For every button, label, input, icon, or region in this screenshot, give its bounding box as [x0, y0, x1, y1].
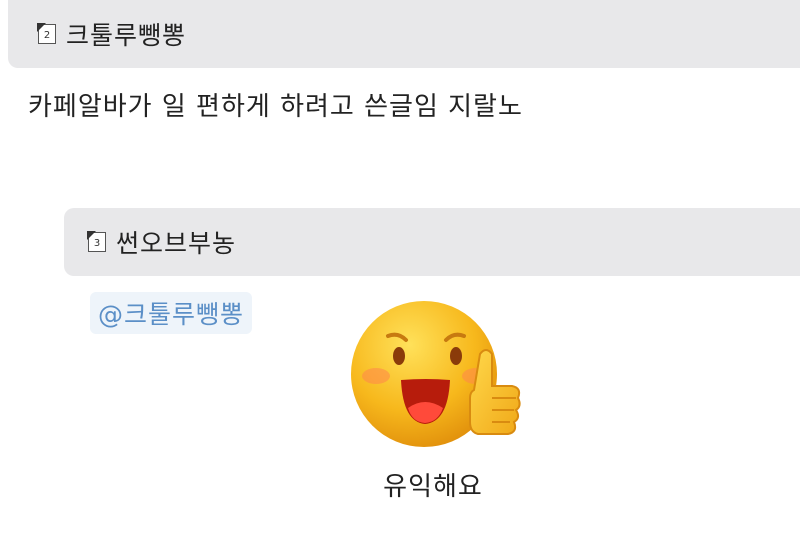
comment-text: 카페알바가 일 편하게 하려고 쓴글임 지랄노: [28, 92, 523, 122]
mention-tag[interactable]: @크툴루뺑뽕: [90, 292, 253, 334]
reply-author-nickname[interactable]: 썬오브부농: [116, 224, 236, 260]
level-number: 2: [43, 30, 51, 41]
level-badge-icon: 2: [37, 23, 56, 44]
comment-author-nickname[interactable]: 크툴루뺑뽕: [66, 16, 186, 52]
emoticon-caption: 유익해요: [383, 472, 483, 502]
thumbs-up-smiley-icon: [346, 298, 526, 460]
level-badge-icon: 3: [87, 231, 106, 252]
comment-header: 2 크툴루뺑뽕: [8, 0, 800, 68]
reply-header: 3 썬오브부농: [64, 208, 800, 276]
level-number: 3: [93, 238, 101, 249]
